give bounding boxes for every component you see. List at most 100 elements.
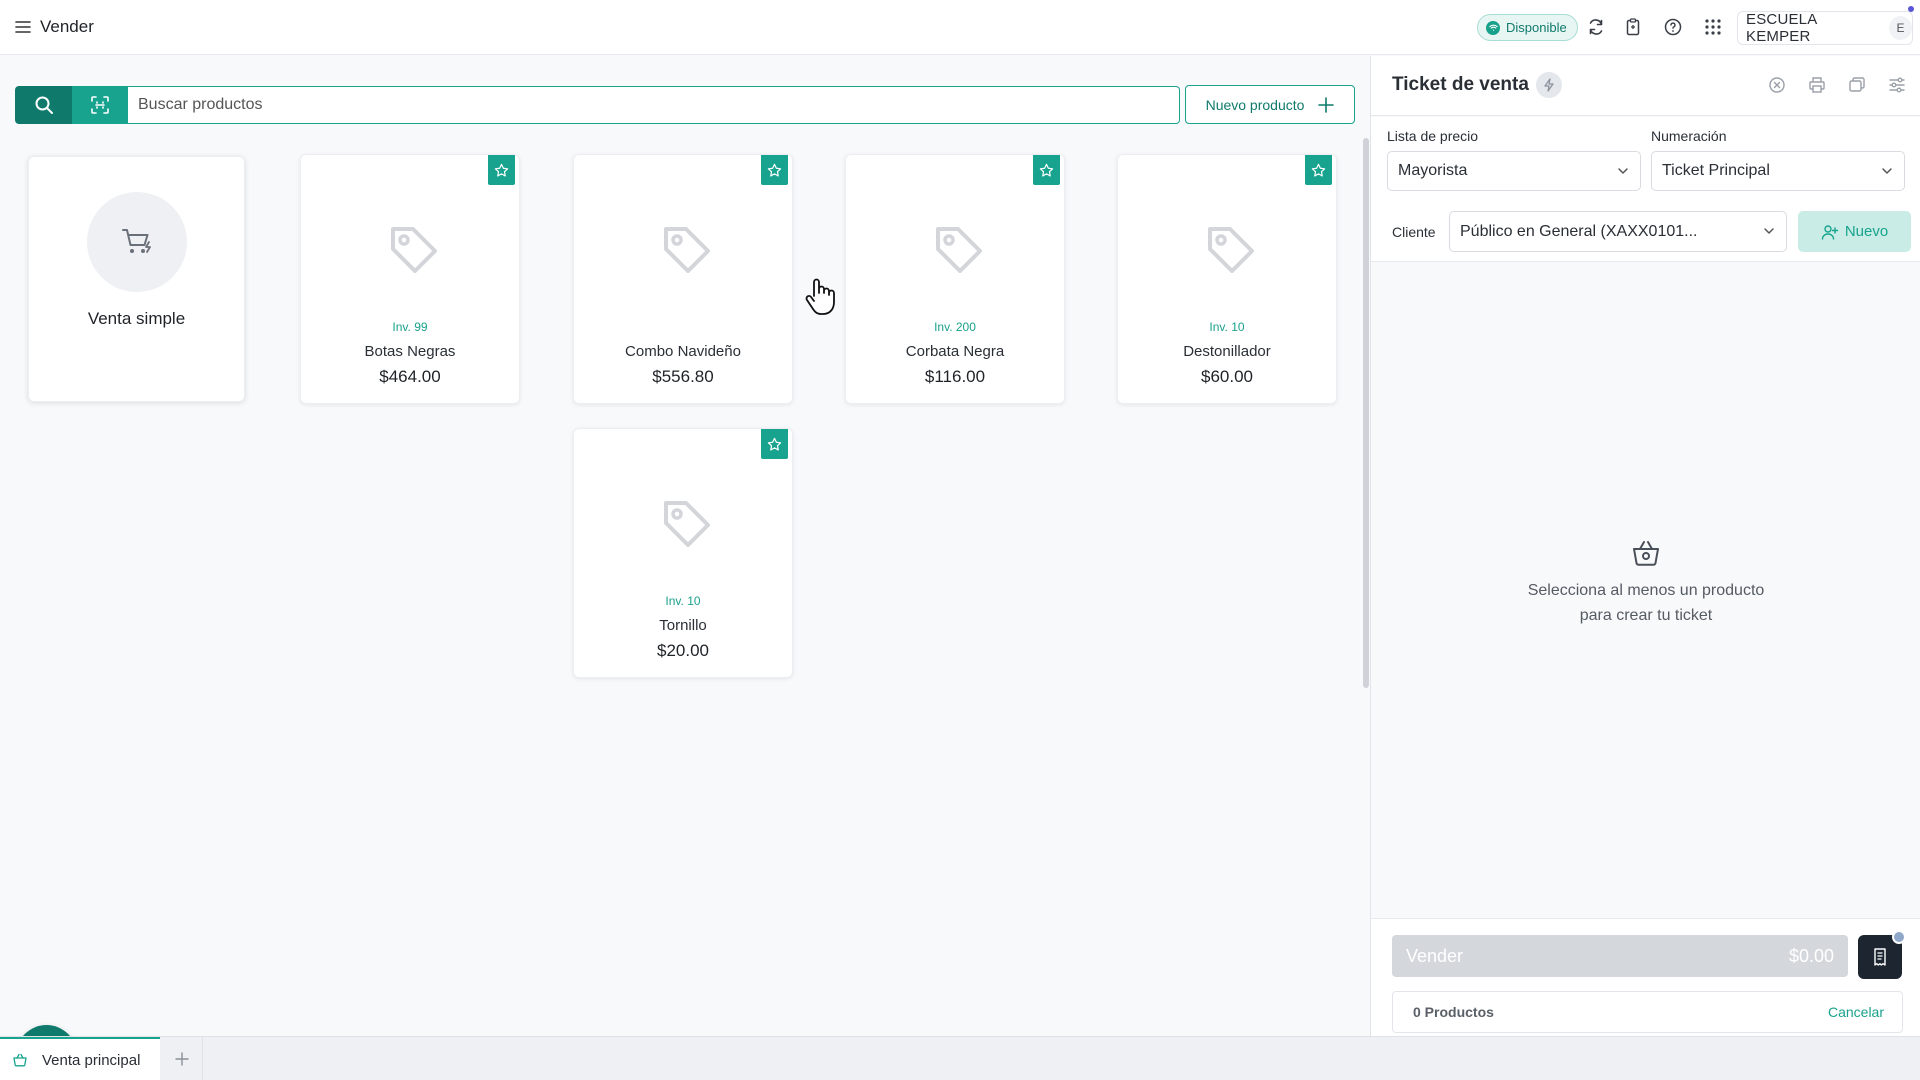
status-label: Disponible [1506,20,1567,35]
tab-venta-principal[interactable]: Venta principal [0,1037,160,1080]
add-user-icon [1821,224,1839,240]
products-panel: Nuevo producto Venta simple Inv. 99 Bota… [0,56,1370,1080]
price-tag-icon [658,221,714,277]
receipt-badge [1892,930,1906,944]
price-tag-icon [1202,221,1258,277]
favorite-star-icon[interactable] [1305,155,1332,185]
product-inventory: Inv. 10 [665,594,701,608]
product-price: $464.00 [379,367,441,386]
product-name: Destonillador [1183,343,1271,360]
top-bar: Vender Disponible ESCUELA KEMPER E [0,0,1920,55]
product-card[interactable]: Inv. 200 Corbata Negra $116.00 [845,154,1065,404]
price-tag-icon [385,221,441,277]
scan-icon [91,96,109,114]
chevron-down-icon [1764,228,1774,234]
new-product-button[interactable]: Nuevo producto [1185,85,1355,124]
wifi-icon [1486,20,1500,35]
favorite-star-icon[interactable] [488,155,515,185]
product-name: Botas Negras [364,343,456,360]
copy-icon[interactable] [1847,75,1867,95]
empty-message-line1: Selecciona al menos un producto [1527,582,1765,599]
settings-sliders-icon[interactable] [1887,75,1907,95]
product-price: $116.00 [924,367,986,386]
product-inventory: Inv. 99 [392,320,428,334]
product-name: Tornillo [659,617,707,634]
account-menu[interactable]: ESCUELA KEMPER E [1737,11,1913,45]
favorite-star-icon[interactable] [761,155,788,185]
search-button[interactable] [15,86,72,124]
product-price: $60.00 [1201,367,1253,386]
print-icon[interactable] [1807,75,1827,95]
search-input[interactable] [128,86,1180,124]
account-name: ESCUELA KEMPER [1746,11,1817,45]
product-inventory: Inv. 10 [1209,320,1245,334]
close-circle-icon[interactable] [1767,75,1787,95]
tab-label: Venta principal [42,1051,141,1069]
search-bar [15,86,1180,124]
avatar: E [1889,16,1912,40]
client-label: Cliente [1392,224,1436,240]
client-value: Público en General (XAXX0101... [1460,222,1698,240]
product-card[interactable]: Inv. 99 Botas Negras $464.00 [300,154,520,404]
add-tab-button[interactable] [161,1037,203,1080]
product-card[interactable]: Combo Navideño $556.80 [573,154,793,404]
apps-grid-icon[interactable] [1703,17,1723,37]
favorite-star-icon[interactable] [1033,155,1060,185]
product-inventory: Inv. 200 [934,320,976,334]
product-card[interactable]: Inv. 10 Tornillo $20.00 [573,428,793,678]
menu-icon[interactable] [14,18,32,36]
numbering-value: Ticket Principal [1662,162,1770,179]
notification-dot [1908,6,1914,12]
new-client-label: Nuevo [1844,223,1889,240]
clipboard-icon[interactable] [1623,17,1643,37]
chevron-down-icon [1618,168,1628,174]
scrollbar[interactable] [1363,138,1369,688]
barcode-scan-button[interactable] [72,86,128,124]
basket-icon [13,1053,27,1067]
sell-button[interactable]: Vender $0.00 [1392,935,1848,977]
plus-icon [1318,96,1335,113]
hand-cursor-icon [802,276,838,318]
new-product-label: Nuevo producto [1205,96,1305,113]
client-select[interactable]: Público en General (XAXX0101... [1449,211,1787,252]
ticket-panel: Ticket de venta Lista de precio Mayorist… [1370,56,1920,1036]
receipt-icon [1874,948,1886,966]
basket-icon [1629,536,1663,570]
bottom-tab-bar: Venta principal [0,1036,1920,1080]
price-tag-icon [658,495,714,551]
product-price: $556.80 [652,367,714,386]
simple-sale-label: Venta simple [87,309,186,328]
cart-bolt-icon [87,192,187,292]
new-client-button[interactable]: Nuevo [1798,211,1911,252]
ticket-footer: Vender $0.00 0 Productos Cancelar [1371,918,1920,1036]
ticket-header: Ticket de venta [1371,56,1920,116]
product-name: Corbata Negra [905,343,1005,360]
price-list-value: Mayorista [1398,162,1468,179]
plus-icon [174,1052,189,1066]
ticket-summary: 0 Productos Cancelar [1392,991,1903,1033]
ticket-form: Lista de precio Mayorista Numeración Tic… [1371,117,1920,262]
bolt-icon[interactable] [1536,72,1562,98]
status-badge[interactable]: Disponible [1477,14,1578,41]
chevron-down-icon [1882,168,1892,174]
numbering-select[interactable]: Ticket Principal [1651,151,1905,191]
empty-message-line2: para crear tu ticket [1579,607,1713,624]
sell-label: Vender [1406,945,1464,966]
ticket-title: Ticket de venta [1392,74,1529,95]
empty-ticket-state: Selecciona al menos un producto para cre… [1371,536,1920,628]
product-name: Combo Navideño [625,343,741,360]
price-list-select[interactable]: Mayorista [1387,151,1641,191]
product-card[interactable]: Inv. 10 Destonillador $60.00 [1117,154,1337,404]
numbering-label: Numeración [1651,128,1727,144]
help-icon[interactable] [1663,17,1683,37]
price-list-label: Lista de precio [1387,128,1479,144]
favorite-star-icon[interactable] [761,429,788,459]
product-count: 0 Productos [1413,1004,1494,1020]
sync-icon[interactable] [1586,17,1606,37]
cancel-link[interactable]: Cancelar [1828,1004,1884,1020]
product-price: $20.00 [657,641,709,660]
sell-total: $0.00 [1788,945,1834,966]
simple-sale-card[interactable]: Venta simple [28,156,245,402]
page-title: Vender [40,17,94,36]
search-icon [35,96,53,114]
